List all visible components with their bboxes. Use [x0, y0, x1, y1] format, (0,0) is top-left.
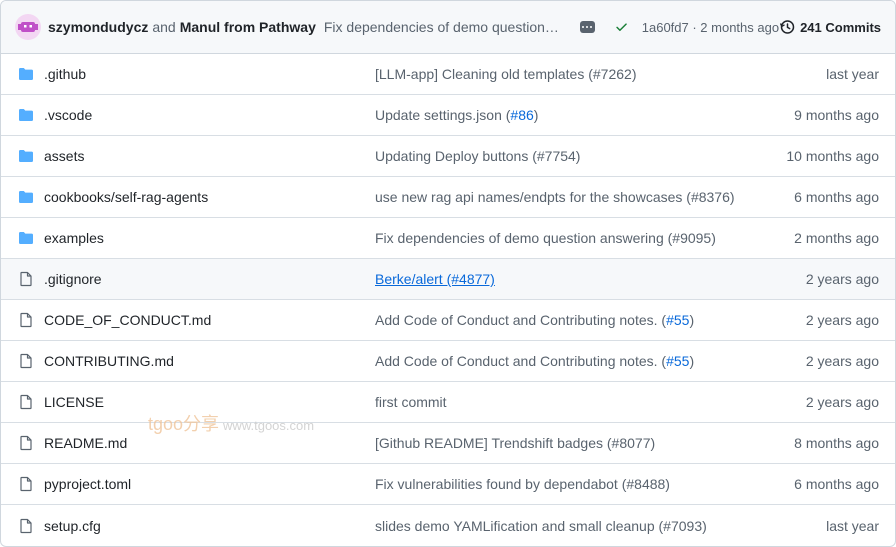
commit-message-link[interactable]: [LLM-app] Cleaning old templates (#7262) — [375, 66, 826, 82]
commit-message-text: Update settings.json ( — [375, 107, 511, 123]
commit-message-link[interactable]: Fix dependencies of demo question answer… — [324, 19, 562, 35]
avatar-icon[interactable] — [14, 13, 42, 41]
commit-age: 2 years ago — [805, 353, 879, 369]
commit-age: 6 months ago — [794, 476, 879, 492]
file-row[interactable]: CODE_OF_CONDUCT.md Add Code of Conduct an… — [1, 300, 895, 341]
file-row[interactable]: assets Updating Deploy buttons (#7754) 10 … — [1, 136, 895, 177]
author-separator: and — [152, 19, 176, 35]
commit-message-end: ) — [689, 353, 695, 369]
file-name-link[interactable]: cookbooks/self-rag-agents — [44, 189, 375, 205]
history-icon — [779, 20, 795, 34]
file-row[interactable]: .gitignore Berke/alert (#4877) 2 years ago — [1, 259, 895, 300]
commit-message-text: Add Code of Conduct and Contributing not… — [375, 312, 667, 328]
commit-message-link[interactable]: first commit — [375, 394, 806, 410]
commit-message-link[interactable]: slides demo YAMLification and small clea… — [375, 518, 826, 534]
file-name-link[interactable]: .github — [44, 66, 375, 82]
commit-message-text: first commit — [375, 394, 447, 410]
file-row[interactable]: pyproject.toml Fix vulnerabilities found … — [1, 464, 895, 505]
commit-age: 8 months ago — [794, 435, 879, 451]
file-icon — [17, 353, 35, 369]
commit-message-link[interactable]: Fix vulnerabilities found by dependabot … — [375, 476, 794, 492]
commit-message-text: [Github README] Trendshift badges (#8077… — [375, 435, 656, 451]
pull-request-link[interactable]: #86 — [510, 107, 533, 123]
pull-request-link[interactable]: #55 — [666, 353, 689, 369]
file-name-link[interactable]: setup.cfg — [44, 518, 375, 534]
commit-message-link[interactable]: Add Code of Conduct and Contributing not… — [375, 312, 806, 328]
file-row[interactable]: setup.cfg slides demo YAMLification and s… — [1, 505, 895, 546]
commit-age: 2 years ago — [805, 312, 879, 328]
commit-age: last year — [826, 66, 879, 82]
file-name-link[interactable]: README.md — [44, 435, 375, 451]
commit-message-text: use new rag api names/endpts for the sho… — [375, 189, 735, 205]
latest-commit-bar: szymondudycz and Manul from Pathway Fix … — [1, 1, 895, 54]
file-icon — [17, 435, 35, 451]
commit-author-link[interactable]: szymondudycz — [48, 19, 148, 35]
commit-message-link[interactable]: use new rag api names/endpts for the sho… — [375, 189, 794, 205]
commit-coauthor-link[interactable]: Manul from Pathway — [180, 19, 316, 35]
file-list: .github [LLM-app] Cleaning old templates … — [1, 54, 895, 546]
file-name-link[interactable]: CODE_OF_CONDUCT.md — [44, 312, 375, 328]
folder-icon — [17, 148, 35, 164]
file-row[interactable]: LICENSE first commit 2 years ago — [1, 382, 895, 423]
commit-message-link[interactable]: Updating Deploy buttons (#7754) — [375, 148, 786, 164]
folder-icon — [17, 107, 35, 123]
file-browser: szymondudycz and Manul from Pathway Fix … — [0, 0, 896, 547]
commit-message-end: ) — [689, 312, 695, 328]
commit-message-link[interactable]: Fix dependencies of demo question answer… — [375, 230, 794, 246]
commit-message-text: slides demo YAMLification and small clea… — [375, 517, 707, 534]
commit-age: 2 years ago — [805, 271, 879, 287]
commit-message-text: Berke/alert (#4877) — [375, 271, 495, 287]
file-name-link[interactable]: LICENSE — [44, 394, 375, 410]
commit-age: 2 years ago — [805, 394, 879, 410]
file-icon — [17, 271, 35, 287]
commit-message-link[interactable]: Berke/alert (#4877) — [375, 271, 806, 287]
commit-age: 2 months ago — [794, 230, 879, 246]
folder-icon — [17, 66, 35, 82]
commit-age: last year — [826, 517, 879, 534]
commit-message-end: ) — [533, 107, 539, 123]
file-row[interactable]: examples Fix dependencies of demo questio… — [1, 218, 895, 259]
file-row[interactable]: .github [LLM-app] Cleaning old templates … — [1, 54, 895, 95]
file-name-link[interactable]: CONTRIBUTING.md — [44, 353, 375, 369]
file-icon — [17, 312, 35, 328]
file-name-link[interactable]: pyproject.toml — [44, 476, 375, 492]
file-icon — [17, 394, 35, 410]
commit-age: 10 months ago — [786, 148, 879, 164]
commit-message-text: [LLM-app] Cleaning old templates (#7262) — [375, 66, 637, 82]
file-name-link[interactable]: examples — [44, 230, 375, 246]
file-name-link[interactable]: .vscode — [44, 107, 375, 123]
commit-age: 6 months ago — [794, 189, 879, 205]
commit-sha-age[interactable]: 1a60fd7 · 2 months ago — [642, 20, 779, 35]
commit-message-link[interactable]: Update settings.json (#86) — [375, 107, 794, 123]
commit-message-link[interactable]: [Github README] Trendshift badges (#8077… — [375, 435, 794, 451]
commit-count: 241 Commits — [800, 19, 881, 35]
file-row[interactable]: README.md [Github README] Trendshift badg… — [1, 423, 895, 464]
check-status-icon[interactable] — [615, 19, 628, 35]
pull-request-link[interactable]: #55 — [666, 312, 689, 328]
file-row[interactable]: cookbooks/self-rag-agents use new rag api… — [1, 177, 895, 218]
commit-message-text: Updating Deploy buttons (#7754) — [375, 148, 581, 164]
file-icon — [17, 476, 35, 492]
commits-history-link[interactable]: 241 Commits — [779, 19, 881, 35]
folder-icon — [17, 189, 35, 205]
commit-age: 9 months ago — [794, 107, 879, 123]
expand-message-button[interactable] — [579, 21, 595, 33]
file-name-link[interactable]: .gitignore — [44, 271, 375, 287]
commit-message-text: Fix vulnerabilities found by dependabot … — [375, 476, 670, 492]
folder-icon — [17, 230, 35, 246]
file-icon — [17, 518, 35, 534]
file-row[interactable]: CONTRIBUTING.md Add Code of Conduct and C… — [1, 341, 895, 382]
commit-message-link[interactable]: Add Code of Conduct and Contributing not… — [375, 353, 806, 369]
file-row[interactable]: .vscode Update settings.json (#86) 9 month… — [1, 95, 895, 136]
file-name-link[interactable]: assets — [44, 148, 375, 164]
commit-message-text: Add Code of Conduct and Contributing not… — [375, 353, 667, 369]
commit-message-text: Fix dependencies of demo question answer… — [375, 230, 716, 246]
